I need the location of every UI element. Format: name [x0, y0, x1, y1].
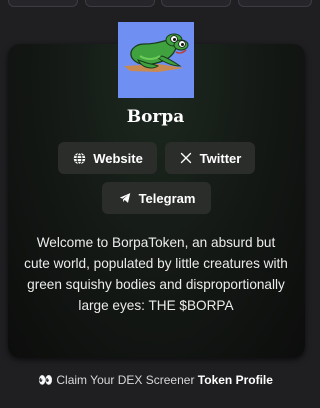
top-tab-1[interactable] [8, 0, 78, 7]
paper-plane-icon [118, 191, 132, 205]
top-tab-2[interactable] [85, 0, 155, 7]
top-tab-bar [8, 0, 312, 8]
twitter-label: Twitter [199, 150, 242, 166]
globe-icon [72, 151, 86, 165]
token-image [118, 22, 194, 98]
claim-strong-text: Token Profile [197, 373, 273, 387]
token-info-panel: Borpa Website Twitter Telegram Welcome t… [0, 0, 312, 408]
x-logo-icon [179, 151, 193, 165]
top-tab-3[interactable] [161, 0, 231, 7]
eyes-icon: 👀 [38, 373, 54, 387]
frog-illustration [118, 22, 194, 98]
telegram-label: Telegram [138, 190, 196, 206]
token-description: Welcome to BorpaToken, an absurd but cut… [24, 235, 288, 313]
twitter-button[interactable]: Twitter [165, 142, 255, 174]
top-tab-4[interactable] [238, 0, 312, 7]
telegram-button[interactable]: Telegram [102, 182, 211, 214]
website-label: Website [93, 150, 143, 166]
claim-token-profile-link[interactable]: 👀 Claim Your DEX Screener Token Profile [0, 373, 311, 387]
token-name: Borpa [126, 107, 185, 127]
website-button[interactable]: Website [58, 142, 157, 174]
claim-text: Claim Your DEX Screener [56, 373, 195, 387]
